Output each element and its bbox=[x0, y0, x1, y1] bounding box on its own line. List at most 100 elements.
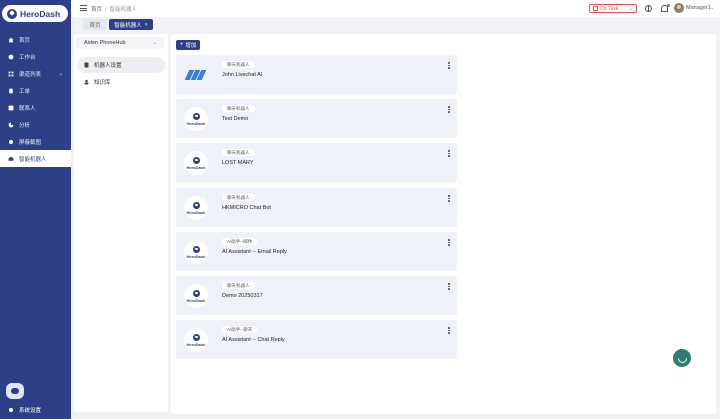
home-icon bbox=[8, 37, 14, 42]
bell-icon[interactable] bbox=[661, 5, 668, 12]
tab-home[interactable]: 首页 bbox=[83, 19, 107, 30]
people-icon bbox=[84, 79, 89, 85]
phone-call-icon[interactable] bbox=[673, 349, 691, 367]
robot-icon bbox=[8, 156, 14, 161]
robot-name: John Livechat AI bbox=[222, 72, 263, 78]
globe-icon[interactable] bbox=[645, 5, 652, 12]
robot-type-badge: AI助手--聊天 bbox=[222, 326, 258, 333]
robot-type-badge: 聊天机器人 bbox=[222, 105, 255, 112]
more-options-icon[interactable] bbox=[448, 195, 450, 202]
sidebar: HeroDash 首页 工作台 渠道列表 ⌄ 工单 联系人 分析 屏蔽截图 智能… bbox=[0, 0, 71, 419]
contacts-icon bbox=[8, 105, 14, 110]
tab-label: 首页 bbox=[89, 22, 101, 29]
close-icon[interactable]: × bbox=[145, 22, 148, 28]
robot-name: AI Assistant -- Chat Reply bbox=[222, 337, 285, 343]
more-options-icon[interactable] bbox=[448, 283, 450, 290]
sidebar-item-block[interactable]: 屏蔽截图 bbox=[0, 133, 71, 150]
sidebar-item-system-settings[interactable]: 系统设置 bbox=[0, 403, 71, 417]
chevron-down-icon[interactable]: ⌄ bbox=[710, 5, 714, 11]
sidebar-nav: 首页 工作台 渠道列表 ⌄ 工单 联系人 分析 屏蔽截图 智能机器人 bbox=[0, 31, 71, 167]
more-options-icon[interactable] bbox=[448, 62, 450, 69]
phone-select-value: Aiden PhoneHub bbox=[84, 40, 126, 46]
brand-name: HeroDash bbox=[20, 8, 61, 19]
sidebar-item-workbench[interactable]: 工作台 bbox=[0, 48, 71, 65]
sidebar-item-label: 联系人 bbox=[19, 105, 36, 112]
robot-logo-text: HeroDash bbox=[186, 209, 206, 215]
breadcrumb-separator: / bbox=[105, 7, 107, 13]
breadcrumb-current: 智能机器人 bbox=[109, 7, 138, 13]
robot-logo-text: HeroDash bbox=[186, 253, 206, 259]
robot-type-badge: 聊天机器人 bbox=[222, 149, 255, 156]
brand-logo[interactable]: HeroDash bbox=[2, 5, 68, 22]
breadcrumb-home[interactable]: 首页 bbox=[91, 7, 102, 13]
breadcrumb: 首页 / 智能机器人 bbox=[91, 5, 137, 13]
chat-support-icon[interactable] bbox=[6, 383, 24, 399]
robot-name: Demo 20250317 bbox=[222, 293, 263, 299]
more-options-icon[interactable] bbox=[448, 327, 450, 334]
sidebar-item-analytics[interactable]: 分析 bbox=[0, 116, 71, 133]
herodash-logo-icon bbox=[192, 245, 200, 253]
phone-select[interactable]: Aiden PhoneHub ⌄ bbox=[76, 37, 164, 49]
robot-logo: HeroDash bbox=[184, 107, 208, 131]
herodash-logo-icon bbox=[192, 112, 200, 120]
top-header: 首页 / 智能机器人 On Task ⌄ Manager1 ⌄ bbox=[71, 0, 720, 17]
robot-card[interactable]: HeroDash AI助手--邮件 AI Assistant -- Email … bbox=[176, 232, 457, 271]
sidebar-item-label: 屏蔽截图 bbox=[19, 139, 42, 146]
robot-logo: HeroDash bbox=[184, 240, 208, 264]
grid-icon bbox=[8, 71, 14, 76]
menu-item-robot-settings[interactable]: 机器人设置 bbox=[77, 57, 165, 73]
calendar-icon bbox=[593, 6, 598, 11]
sidebar-item-label: 分析 bbox=[19, 122, 31, 129]
robot-logo: HeroDash bbox=[184, 328, 208, 352]
tab-robot[interactable]: 智能机器人 × bbox=[109, 19, 153, 30]
menu-toggle-icon[interactable] bbox=[80, 5, 87, 11]
block-icon bbox=[8, 139, 14, 144]
sidebar-item-label: 智能机器人 bbox=[19, 156, 47, 163]
robot-type-badge: 聊天机器人 bbox=[222, 61, 255, 68]
robot-side-panel: Aiden PhoneHub ⌄ 机器人设置 知识库 bbox=[74, 34, 168, 412]
more-options-icon[interactable] bbox=[448, 239, 450, 246]
robot-name: LOST MARY bbox=[222, 160, 254, 166]
robot-logo: HeroDash bbox=[184, 151, 208, 175]
sidebar-item-label: 渠道列表 bbox=[19, 71, 42, 78]
document-icon bbox=[84, 62, 89, 68]
herodash-logo-icon bbox=[192, 201, 200, 209]
chevron-down-icon: ⌄ bbox=[58, 70, 63, 77]
sidebar-item-label: 系统设置 bbox=[19, 408, 42, 414]
robot-logo-text: HeroDash bbox=[186, 164, 206, 170]
robot-name: HKMICRO Chat Bot bbox=[222, 205, 271, 211]
status-value: On Task bbox=[600, 5, 619, 12]
sidebar-item-tickets[interactable]: 工单 bbox=[0, 82, 71, 99]
tab-bar: 首页 智能机器人 × bbox=[71, 17, 720, 31]
plus-icon: + bbox=[179, 42, 184, 48]
sidebar-item-home[interactable]: 首页 bbox=[0, 31, 71, 48]
status-select[interactable]: On Task ⌄ bbox=[589, 4, 637, 13]
more-options-icon[interactable] bbox=[448, 150, 450, 157]
menu-item-label: 知识库 bbox=[94, 80, 111, 86]
chart-icon bbox=[8, 122, 14, 127]
gear-icon bbox=[8, 407, 14, 413]
avatar[interactable] bbox=[674, 3, 684, 13]
sidebar-item-label: 首页 bbox=[19, 37, 31, 44]
user-name[interactable]: Manager1 bbox=[686, 5, 711, 11]
robot-logo: HeroDash bbox=[184, 196, 208, 220]
sidebar-item-contacts[interactable]: 联系人 bbox=[0, 99, 71, 116]
add-button[interactable]: + 增加 bbox=[176, 40, 200, 50]
menu-item-knowledge-base[interactable]: 知识库 bbox=[77, 74, 165, 90]
robot-card[interactable]: HeroDash AI助手--聊天 AI Assistant -- Chat R… bbox=[176, 320, 457, 359]
robot-type-badge: AI助手--邮件 bbox=[222, 238, 258, 245]
sidebar-item-channels[interactable]: 渠道列表 ⌄ bbox=[0, 65, 71, 82]
add-button-label: 增加 bbox=[185, 43, 197, 49]
robot-card[interactable]: 聊天机器人 John Livechat AI bbox=[176, 55, 457, 94]
robot-card[interactable]: HeroDash 聊天机器人 HKMICRO Chat Bot bbox=[176, 188, 457, 227]
sidebar-item-label: 工单 bbox=[19, 88, 31, 95]
menu-item-label: 机器人设置 bbox=[94, 63, 122, 69]
robot-card[interactable]: HeroDash 聊天机器人 Demo 20250317 bbox=[176, 276, 457, 315]
robot-logo-text: HeroDash bbox=[186, 120, 206, 126]
robot-type-badge: 聊天机器人 bbox=[222, 194, 255, 201]
more-options-icon[interactable] bbox=[448, 106, 450, 113]
robot-card[interactable]: HeroDash 聊天机器人 LOST MARY bbox=[176, 143, 457, 182]
sidebar-item-robot[interactable]: 智能机器人 bbox=[0, 150, 71, 167]
herodash-logo-icon bbox=[7, 8, 17, 19]
robot-card[interactable]: HeroDash 聊天机器人 Test Demo bbox=[176, 99, 457, 138]
